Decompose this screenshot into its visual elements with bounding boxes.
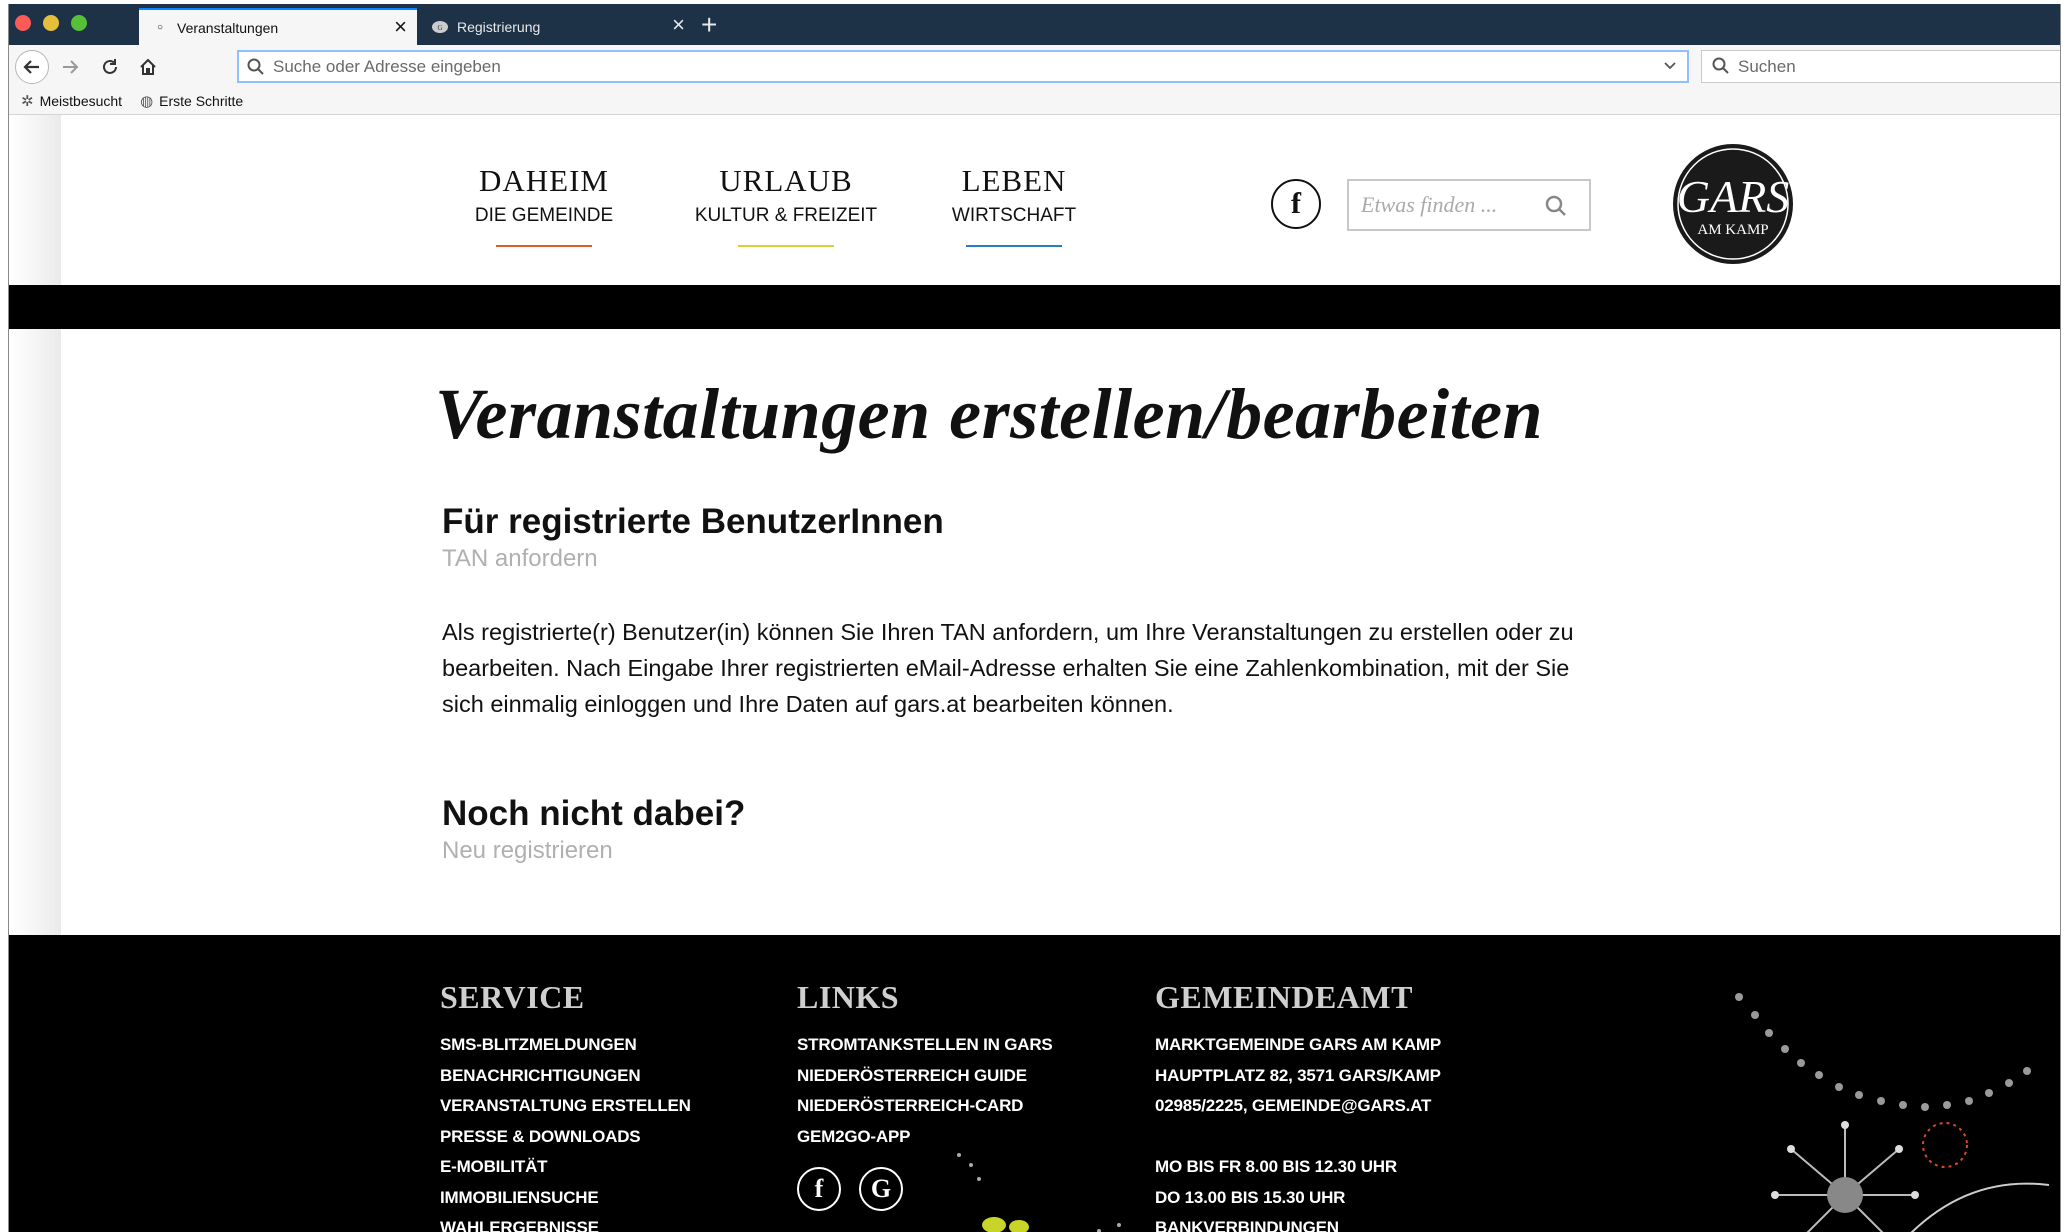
footer-link[interactable]: SMS-BLITZMELDUNGEN — [440, 1030, 691, 1061]
footer-link[interactable]: BENACHRICHTIGUNGEN — [440, 1061, 691, 1092]
nav-subtitle: KULTUR & FREIZEIT — [694, 205, 878, 226]
svg-text:GARS: GARS — [1677, 171, 1789, 222]
forward-button[interactable] — [53, 50, 87, 84]
footer-service-column: SERVICE SMS-BLITZMELDUNGEN BENACHRICHTIG… — [440, 979, 691, 1232]
nav-daheim[interactable]: DAHEIM DIE GEMEINDE — [449, 163, 639, 247]
nav-underline — [966, 245, 1062, 247]
nav-urlaub[interactable]: URLAUB KULTUR & FREIZEIT — [681, 163, 891, 247]
new-tab-button[interactable]: + — [701, 8, 717, 42]
search-icon[interactable] — [1545, 195, 1567, 217]
gear-icon: ✲ — [21, 92, 34, 110]
reload-icon — [103, 59, 117, 74]
footer-hours-line: MO BIS FR 8.00 BIS 12.30 UHR — [1155, 1157, 1397, 1176]
registered-users-heading: Für registrierte BenutzerInnen — [442, 502, 944, 541]
tab-bar: ○ Veranstaltungen × G Registrierung × + — [9, 4, 2060, 45]
chevron-down-icon[interactable] — [1663, 58, 1677, 77]
bookmark-meistbesucht[interactable]: ✲ Meistbesucht — [21, 92, 122, 110]
nav-subtitle: DIE GEMEINDE — [474, 205, 614, 226]
footer-link[interactable]: IMMOBILIENSUCHE — [440, 1183, 691, 1214]
register-link[interactable]: Neu registrieren — [442, 837, 613, 865]
back-button[interactable] — [15, 50, 49, 84]
forward-arrow-icon — [63, 60, 79, 74]
page-title: Veranstaltungen erstellen/bearbeiten — [435, 374, 1544, 454]
home-icon — [140, 58, 156, 75]
tab-label: Veranstaltungen — [177, 19, 279, 36]
navigation-toolbar — [9, 45, 2060, 87]
svg-text:AM KAMP: AM KAMP — [1697, 222, 1768, 238]
footer-address-line: HAUPTPLATZ 82, 3571 GARS/KAMP — [1155, 1065, 1441, 1085]
nav-subtitle: WIRTSCHAFT — [951, 205, 1077, 226]
footer-hours-line: DO 13.00 BIS 15.30 UHR — [1155, 1187, 1346, 1207]
footer-heading: LINKS — [797, 979, 900, 1015]
home-button[interactable] — [131, 50, 165, 84]
footer-link[interactable]: GEM2GO-APP — [797, 1122, 1053, 1153]
gem2go-location-icon[interactable]: G — [859, 1167, 903, 1211]
close-tab-icon[interactable]: × — [394, 16, 407, 38]
bookmark-erste-schritte[interactable]: ◍ Erste Schritte — [140, 92, 243, 110]
footer-link[interactable]: STROMTANKSTELLEN IN GARS — [797, 1030, 1053, 1061]
gars-logo[interactable]: GARS AM KAMP — [1671, 142, 1795, 266]
footer-link[interactable]: WAHLERGEBNISSE — [440, 1213, 691, 1232]
nav-underline — [496, 245, 592, 247]
reload-button[interactable] — [93, 50, 127, 84]
bookmark-label: Erste Schritte — [159, 92, 244, 109]
back-arrow-icon — [23, 60, 39, 74]
facebook-icon[interactable]: f — [1271, 179, 1321, 229]
footer-address-line: MARKTGEMEINDE GARS AM KAMP — [1155, 1035, 1441, 1054]
footer-link[interactable]: PRESSE & DOWNLOADS — [440, 1122, 691, 1153]
footer-link[interactable]: NIEDERÖSTERREICH-CARD — [797, 1091, 1053, 1122]
site-search-box[interactable] — [1347, 179, 1591, 231]
site-search-input[interactable] — [1361, 192, 1531, 218]
description-text: Als registrierte(r) Benutzer(in) können … — [442, 619, 1574, 717]
footer-social-icons: f G — [797, 1167, 921, 1211]
nav-title: DAHEIM — [479, 163, 609, 198]
tab-label: Registrierung — [457, 18, 541, 35]
footer-heading: SERVICE — [440, 979, 585, 1015]
close-tab-icon[interactable]: × — [672, 14, 685, 36]
not-registered-heading: Noch nicht dabei? — [442, 794, 746, 833]
minimize-window-button[interactable] — [43, 15, 59, 31]
zoom-window-button[interactable] — [71, 15, 87, 31]
address-input[interactable] — [273, 56, 1623, 77]
nav-underline — [738, 245, 834, 247]
webpage: DAHEIM DIE GEMEINDE URLAUB KULTUR & FREI… — [9, 115, 2060, 1232]
nav-title: LEBEN — [961, 163, 1067, 198]
footer-bank-link[interactable]: BANKVERBINDUNGEN — [1155, 1213, 1441, 1232]
footer-links-column: LINKS STROMTANKSTELLEN IN GARS NIEDERÖST… — [797, 979, 1053, 1152]
footer-link[interactable]: NIEDERÖSTERREICH GUIDE — [797, 1061, 1053, 1092]
search-bar[interactable] — [1701, 50, 2060, 83]
tab-veranstaltungen[interactable]: ○ Veranstaltungen × — [139, 8, 417, 45]
tan-request-link[interactable]: TAN anfordern — [442, 545, 598, 573]
site-favicon-icon: G — [431, 20, 449, 34]
browser-window: ○ Veranstaltungen × G Registrierung × + — [8, 4, 2061, 1232]
footer-link[interactable]: VERANSTALTUNG ERSTELLEN — [440, 1091, 691, 1122]
left-edge-shade — [9, 115, 61, 935]
footer-contact-line[interactable]: 02985/2225, GEMEINDE@GARS.AT — [1155, 1091, 1441, 1122]
search-icon — [1712, 57, 1729, 74]
loading-icon: ○ — [156, 22, 164, 33]
nav-leben[interactable]: LEBEN WIRTSCHAFT — [929, 163, 1099, 247]
globe-icon: ◍ — [140, 92, 154, 110]
footer-link[interactable]: E-MOBILITÄT — [440, 1152, 691, 1183]
hero-band — [9, 285, 2060, 329]
svg-text:G: G — [437, 24, 442, 32]
bookmark-label: Meistbesucht — [39, 92, 123, 109]
address-bar[interactable] — [237, 50, 1689, 83]
footer-heading: GEMEINDEAMT — [1155, 979, 1413, 1015]
tab-registrierung[interactable]: G Registrierung × — [419, 8, 695, 45]
footer-gemeindeamt-column: GEMEINDEAMT MARKTGEMEINDE GARS AM KAMP H… — [1155, 979, 1441, 1232]
bookmarks-bar: ✲ Meistbesucht ◍ Erste Schritte — [9, 87, 2060, 115]
search-input[interactable] — [1738, 56, 2038, 77]
close-window-button[interactable] — [15, 15, 31, 31]
search-icon — [247, 58, 264, 75]
footer: SERVICE SMS-BLITZMELDUNGEN BENACHRICHTIG… — [9, 935, 2060, 1232]
nav-title: URLAUB — [719, 163, 853, 198]
facebook-icon[interactable]: f — [797, 1167, 841, 1211]
